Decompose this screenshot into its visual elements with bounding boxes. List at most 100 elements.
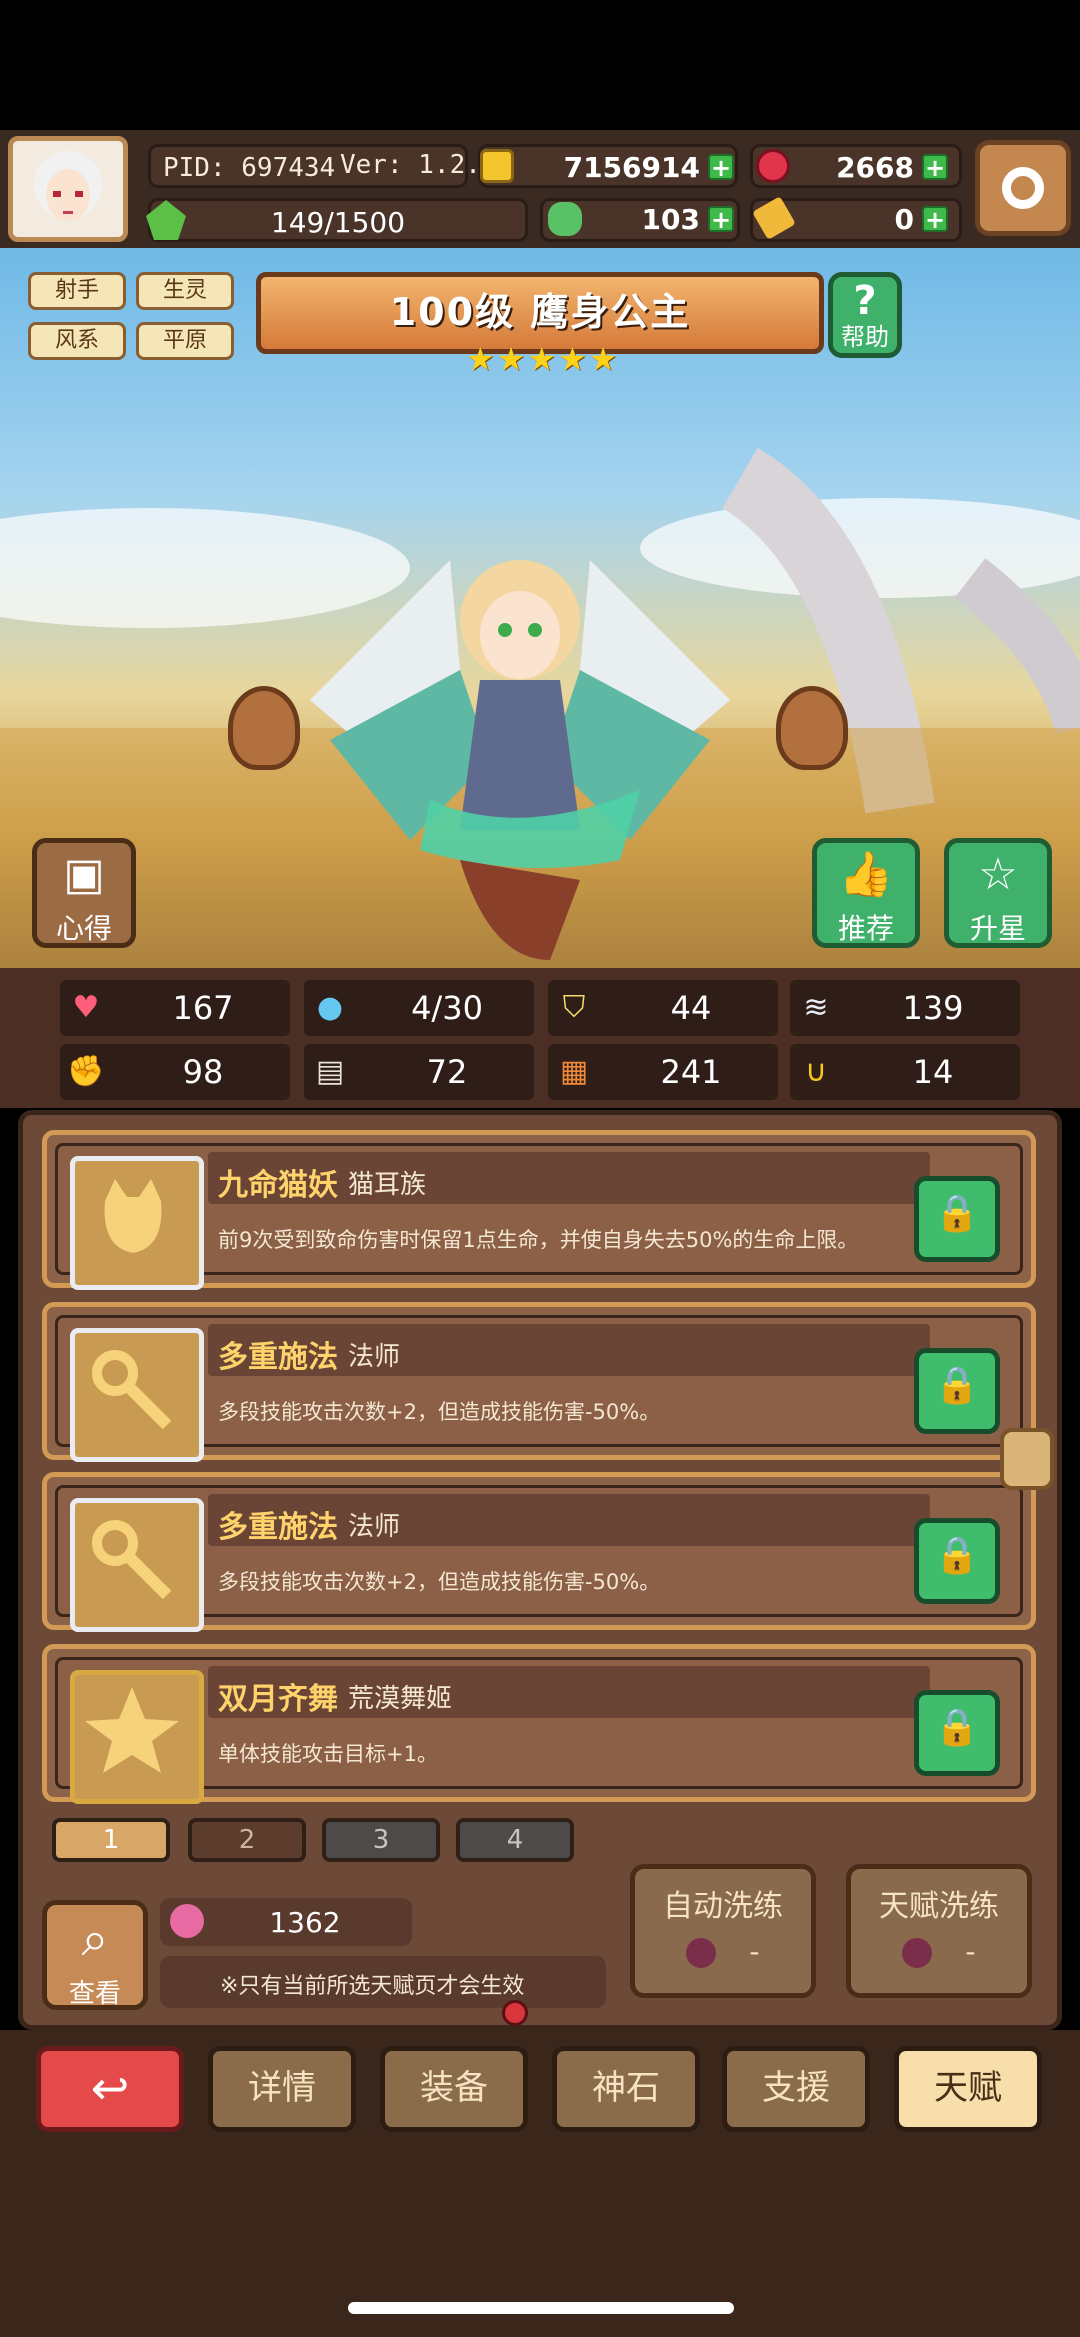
fruit-icon [902,1938,933,1968]
staff-icon [70,1498,204,1632]
add-gold-button[interactable]: + [708,154,734,180]
add-key-button[interactable]: + [922,206,948,232]
cat-icon [70,1156,204,1290]
scroll-icon: ▦ [559,1054,589,1089]
stat-skill: ▦ 241 [548,1044,778,1100]
stat-luck: ∪ 14 [790,1044,1020,1100]
add-gem-button[interactable]: + [922,154,948,180]
star-up-button[interactable]: ☆ 升星 [944,838,1052,948]
avatar-portrait-icon [13,141,123,237]
back-button[interactable]: ↩ [36,2046,184,2132]
talent-slot-1[interactable]: 九命猫妖 猫耳族 前9次受到致命伤害时保留1点生命，并使自身失去50%的生命上限… [42,1130,1036,1290]
shield-icon: ⛉ [562,990,586,1025]
insight-button[interactable]: ▣ 心得 [32,838,136,948]
talent-page-tab-4[interactable]: 4 [456,1818,574,1862]
talent-description: 前9次受到致命伤害时保留1点生命，并使自身失去50%的生命上限。 [218,1228,859,1252]
fist-icon: ✊ [67,1054,105,1089]
right-switch-hero-button[interactable] [776,686,848,770]
terrain-tag: 平原 [136,322,234,360]
auto-reroll-cost: - [635,1935,811,1968]
return-arrow-icon: ↩ [90,2061,130,2115]
talent-name: 多重施法 [218,1340,338,1375]
gear-icon [1002,167,1044,209]
horseshoe-icon: ∪ [805,1054,827,1089]
gold-coin-icon [480,149,514,183]
race-tag: 生灵 [136,272,234,310]
talent-reroll-label: 天赋洗练 [879,1889,999,1924]
nav-support-tab[interactable]: 支援 [722,2046,870,2132]
stamina-value: 149/1500 [270,206,406,239]
nav-equipment-tab[interactable]: 装备 [380,2046,528,2132]
class-tag: 射手 [28,272,126,310]
magnifier-icon: ⌕ [81,1911,109,1967]
star-outline-icon: ☆ [978,849,1018,900]
talent-description: 单体技能攻击目标+1。 [218,1742,438,1766]
talent-name: 多重施法 [218,1510,338,1545]
player-avatar[interactable] [8,136,128,242]
stat-mana: ● 4/30 [304,980,534,1036]
talent-page-tab-2[interactable]: 2 [188,1818,306,1862]
potion-count: 1362 [269,1906,341,1939]
wing-icon: ≋ [803,990,829,1025]
insight-label: 心得 [55,912,112,945]
view-button[interactable]: ⌕ 查看 [42,1900,148,2010]
thumbs-up-icon: 👍 [838,849,894,900]
talent-reroll-button[interactable]: 天赋洗练 - [846,1864,1032,1998]
gold-value: 7156914 [563,151,700,184]
nav-details-tab[interactable]: 详情 [208,2046,356,2132]
hero-character-sprite [310,560,730,960]
nav-talent-tab[interactable]: 天赋 [894,2046,1042,2132]
stat-magic: ▤ 72 [304,1044,534,1100]
lock-icon[interactable]: 🔒 [914,1176,1000,1262]
talent-slot-4[interactable]: 双月齐舞 荒漠舞姬 单体技能攻击目标+1。 🔒 [42,1644,1036,1804]
book-icon: ▤ [315,1054,345,1089]
talent-name: 九命猫妖 [218,1168,338,1203]
ruby-gem-icon [756,149,790,183]
key-value: 0 [894,203,914,236]
talent-subtype: 猫耳族 [348,1170,427,1200]
panel-side-arrow-button[interactable] [1000,1428,1054,1490]
left-switch-hero-button[interactable] [228,686,300,770]
fruit-icon [686,1938,717,1968]
lock-icon[interactable]: 🔒 [914,1690,1000,1776]
heart-icon: ♥ [72,990,100,1025]
lock-icon[interactable]: 🔒 [914,1518,1000,1604]
talent-description: 多段技能攻击次数+2，但造成技能伤害-50%。 [218,1400,661,1424]
talent-page-tab-1[interactable]: 1 [52,1818,170,1862]
hero-star-rating: ★★★★★ [466,340,620,378]
view-label: 查看 [68,1979,121,2009]
settings-button[interactable] [975,140,1071,236]
home-indicator [348,2302,734,2314]
talent-subtype: 法师 [348,1342,401,1372]
talent-name: 双月齐舞 [218,1682,338,1717]
stat-speed: ≋ 139 [790,980,1020,1036]
help-label: 帮助 [841,323,889,351]
recommend-button[interactable]: 👍 推荐 [812,838,920,948]
element-tag: 风系 [28,322,126,360]
nav-divine-stone-tab[interactable]: 神石 [552,2046,700,2132]
status-bar [0,0,1080,130]
talent-reroll-cost: - [851,1935,1027,1968]
staff-icon [70,1328,204,1462]
talent-page-tab-3[interactable]: 3 [322,1818,440,1862]
stat-attack: ✊ 98 [60,1044,290,1100]
auto-reroll-label: 自动洗练 [663,1889,783,1924]
star-icon [70,1670,204,1804]
notebook-icon: ▣ [63,849,105,900]
question-icon: ? [853,278,877,324]
notification-dot [502,2000,528,2026]
recommend-label: 推荐 [837,912,894,945]
clover-icon [548,202,582,236]
drop-icon: ● [316,990,344,1025]
gem-value: 2668 [836,151,914,184]
lock-icon[interactable]: 🔒 [914,1348,1000,1434]
talent-description: 多段技能攻击次数+2，但造成技能伤害-50%。 [218,1570,661,1594]
help-button[interactable]: ? 帮助 [828,272,902,358]
auto-reroll-button[interactable]: 自动洗练 - [630,1864,816,1998]
potion-icon [170,1904,204,1938]
talent-subtype: 荒漠舞姬 [348,1684,453,1714]
pid-label: PID: 697434 [163,153,336,183]
talent-slot-2[interactable]: 多重施法 法师 多段技能攻击次数+2，但造成技能伤害-50%。 🔒 [42,1302,1036,1462]
add-clover-button[interactable]: + [708,206,734,232]
talent-slot-3[interactable]: 多重施法 法师 多段技能攻击次数+2，但造成技能伤害-50%。 🔒 [42,1472,1036,1632]
